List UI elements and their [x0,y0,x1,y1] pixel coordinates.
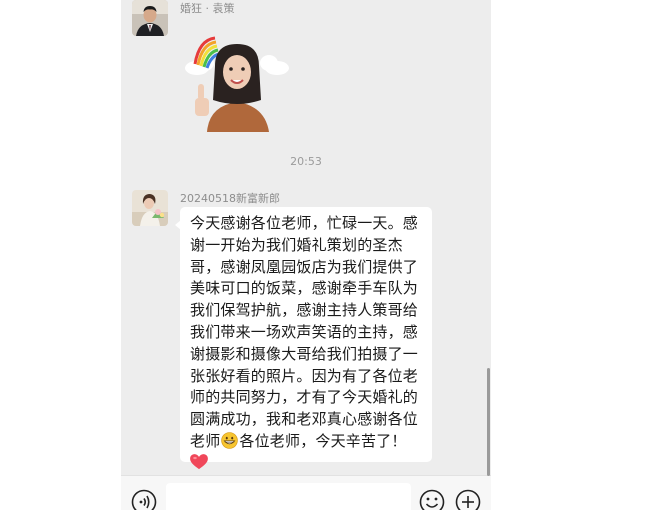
emoji-icon[interactable] [419,489,445,510]
message-text-tail: 各位老师，今天辛苦了！ [239,431,407,450]
message-text-block: 今天感谢各位老师，忙碌一天。感谢一开始为我们婚礼策划的圣杰哥，感谢凤凰园饭店为我… [190,213,424,453]
sender-name-1: 婚狂 · 袁策 [180,2,235,15]
sender-name-2: 20240518新富新郎 [180,192,280,205]
grinning-face-icon [221,432,239,449]
heart-icon [190,453,208,469]
avatar-yuance[interactable] [132,0,168,36]
scrollbar[interactable] [487,368,490,476]
chat-window: 婚狂 · 袁策 20:53 20240518新富新郎 今天感谢各位老师，忙碌一天… [121,0,491,510]
avatar-groom[interactable] [132,190,168,226]
sticker-image[interactable] [185,36,289,132]
message-bubble[interactable]: 今天感谢各位老师，忙碌一天。感谢一开始为我们婚礼策划的圣杰哥，感谢凤凰园饭店为我… [175,207,432,469]
message-text: 今天感谢各位老师，忙碌一天。感谢一开始为我们婚礼策划的圣杰哥，感谢凤凰园饭店为我… [190,214,419,450]
message-input[interactable] [166,483,411,510]
timestamp: 20:53 [290,155,322,168]
plus-icon[interactable] [455,489,481,510]
voice-icon[interactable] [131,489,157,510]
